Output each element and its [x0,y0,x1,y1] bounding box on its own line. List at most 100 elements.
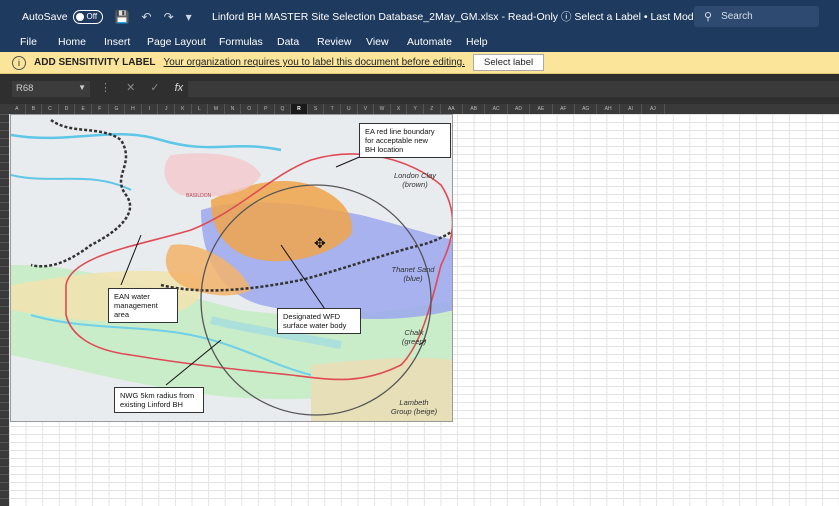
row-divider [0,306,9,307]
column-header-o[interactable]: O [241,104,258,114]
column-header-ah[interactable]: AH [597,104,620,114]
column-header-z[interactable]: Z [424,104,441,114]
search-box[interactable]: ⚲ Search [694,6,819,27]
tab-home[interactable]: Home [58,36,86,48]
column-header-t[interactable]: T [324,104,341,114]
ribbon-tabs: File Home Insert Page Layout Formulas Da… [0,33,839,52]
formula-bar: R68 ▼ ⋮ ✕ ✓ fx [0,74,839,104]
column-header-m[interactable]: M [208,104,225,114]
undo-icon[interactable]: ↶ [142,10,152,24]
title-bar: AutoSave Off 💾 ↶ ↷ ▾ Linford BH MASTER S… [0,0,839,33]
column-header-c[interactable]: C [42,104,59,114]
row-divider [0,226,9,227]
autosave-toggle[interactable]: Off [72,9,103,24]
column-header-w[interactable]: W [374,104,391,114]
column-header-aa[interactable]: AA [441,104,463,114]
redo-icon[interactable]: ↷ [164,10,174,24]
row-divider [0,210,9,211]
row-divider [0,466,9,467]
column-header-ad[interactable]: AD [508,104,531,114]
column-header-e[interactable]: E [75,104,92,114]
column-header-f[interactable]: F [92,104,109,114]
row-divider [0,498,9,499]
tab-formulas[interactable]: Formulas [219,36,263,48]
column-header-ac[interactable]: AC [485,104,508,114]
column-header-h[interactable]: H [125,104,142,114]
name-box-value: R68 [16,83,34,94]
row-divider [0,370,9,371]
tab-insert[interactable]: Insert [104,36,130,48]
column-header-y[interactable]: Y [407,104,424,114]
column-header-ab[interactable]: AB [463,104,486,114]
formula-input[interactable] [188,81,839,97]
row-divider [0,178,9,179]
info-icon: i [12,55,26,70]
row-divider [0,258,9,259]
autosave-label: AutoSave [22,10,68,23]
tab-view[interactable]: View [366,36,389,48]
column-header-n[interactable]: N [225,104,242,114]
save-icon[interactable]: 💾 [115,10,130,24]
row-divider [0,194,9,195]
select-label-button[interactable]: Select label [473,54,545,71]
tab-data[interactable]: Data [277,36,299,48]
row-divider [0,386,9,387]
row-divider [0,242,9,243]
row-divider [0,330,9,331]
column-header-s[interactable]: S [308,104,325,114]
row-divider [0,122,9,123]
row-divider [0,298,9,299]
row-divider [0,170,9,171]
row-divider [0,146,9,147]
callout-ean-area: EAN water management area [108,288,178,323]
row-divider [0,186,9,187]
more-options-icon[interactable]: ⋮ [100,82,111,94]
tab-automate[interactable]: Automate [407,36,452,48]
row-divider [0,394,9,395]
row-divider [0,426,9,427]
chevron-down-icon[interactable]: ▼ [78,83,86,92]
column-header-ai[interactable]: AI [620,104,643,114]
row-divider [0,234,9,235]
column-header-u[interactable]: U [341,104,358,114]
tab-file[interactable]: File [20,36,37,48]
toggle-dot [75,12,84,21]
enter-icon[interactable]: ✓ [150,82,159,94]
row-divider [0,490,9,491]
column-header-a[interactable]: A [9,104,26,114]
row-divider [0,274,9,275]
column-header-k[interactable]: K [175,104,192,114]
row-divider [0,482,9,483]
row-divider [0,418,9,419]
column-header-p[interactable]: P [258,104,275,114]
row-divider [0,162,9,163]
column-header-i[interactable]: I [142,104,159,114]
sensitivity-message-link[interactable]: Your organization requires you to label … [164,57,466,68]
name-box[interactable]: R68 ▼ [12,81,90,97]
column-header-ae[interactable]: AE [530,104,553,114]
column-header-l[interactable]: L [192,104,209,114]
column-header-ag[interactable]: AG [575,104,598,114]
insert-function-icon[interactable]: fx [175,82,184,94]
column-header-j[interactable]: J [158,104,175,114]
customize-toolbar-icon[interactable]: ▾ [186,10,192,24]
tab-help[interactable]: Help [466,36,488,48]
column-header-x[interactable]: X [391,104,408,114]
row-divider [0,202,9,203]
column-header-g[interactable]: G [109,104,126,114]
column-header-af[interactable]: AF [553,104,575,114]
column-header-r[interactable]: R [291,104,308,114]
callout-wfd-body: Designated WFD surface water body [277,308,361,334]
tab-review[interactable]: Review [317,36,351,48]
map-image[interactable]: BASILDON EA red line boundary for accept… [10,114,453,422]
column-header-q[interactable]: Q [275,104,292,114]
cancel-icon[interactable]: ✕ [126,82,135,94]
column-header-aj[interactable]: AJ [642,104,665,114]
tab-page-layout[interactable]: Page Layout [147,36,206,48]
geology-london-clay: London Clay (brown) [393,171,437,189]
sensitivity-label: ADD SENSITIVITY LABEL [34,57,156,68]
column-header-b[interactable]: B [26,104,43,114]
column-header: A B C D E F G H I J K L M N O P Q R S T U V W X Y Z AA AB AC AD AE AF AG… [0,104,839,114]
column-header-d[interactable]: D [59,104,76,114]
column-header-v[interactable]: V [358,104,375,114]
